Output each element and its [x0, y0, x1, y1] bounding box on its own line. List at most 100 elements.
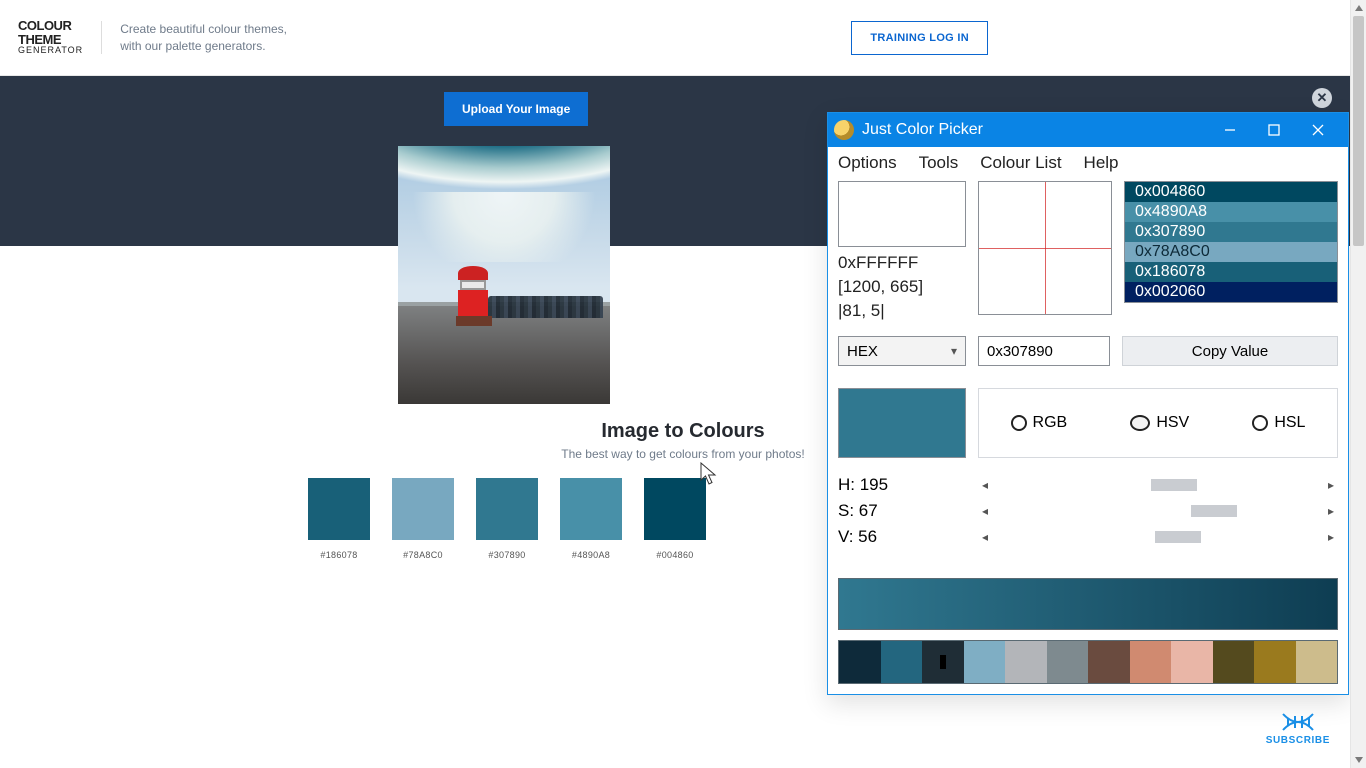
site-header: COLOUR THEME GENERATOR Create beautiful … [0, 0, 1366, 76]
logo-line3: GENERATOR [18, 46, 83, 55]
app-icon [834, 120, 854, 140]
magnifier-grid[interactable] [978, 181, 1112, 315]
format-select-value: HEX [847, 343, 878, 360]
history-item-4[interactable]: 0x186078 [1125, 262, 1337, 282]
logo-line2: THEME [18, 33, 83, 47]
mode-hsv[interactable]: HSV [1130, 414, 1189, 432]
minimize-icon[interactable] [1208, 113, 1252, 147]
upload-image-button[interactable]: Upload Your Image [444, 92, 588, 126]
image-platform [398, 306, 610, 404]
window-titlebar[interactable]: Just Color Picker [828, 113, 1348, 147]
mini-swatch-2[interactable] [922, 641, 964, 683]
mini-swatch-1[interactable] [881, 641, 923, 683]
slider-thumb-s[interactable] [1191, 505, 1237, 517]
swatch-label-3: #4890A8 [560, 550, 622, 560]
mini-swatch-7[interactable] [1130, 641, 1172, 683]
slider-thumb-v[interactable] [1155, 531, 1201, 543]
menu-tools[interactable]: Tools [919, 153, 959, 173]
uploaded-image[interactable] [398, 146, 610, 404]
mini-swatch-8[interactable] [1171, 641, 1213, 683]
palette-item: #78A8C0 [392, 478, 454, 560]
palette: #186078 #78A8C0 #307890 #4890A8 #004860 [308, 478, 706, 560]
site-tagline: Create beautiful colour themes, with our… [101, 21, 287, 55]
menu-options[interactable]: Options [838, 153, 897, 173]
page-scrollbar[interactable] [1350, 0, 1366, 768]
slider-dec-h[interactable]: ◂ [978, 478, 992, 492]
current-colour-swatch [838, 388, 966, 458]
history-item-3[interactable]: 0x78A8C0 [1125, 242, 1337, 262]
slider-inc-s[interactable]: ▸ [1324, 504, 1338, 518]
colour-history-list: 0x004860 0x4890A8 0x307890 0x78A8C0 0x18… [1124, 181, 1338, 303]
menu-bar: Options Tools Colour List Help [828, 147, 1348, 181]
slider-label-s: S: 67 [838, 501, 978, 521]
palette-item: #4890A8 [560, 478, 622, 560]
chevron-down-icon: ▾ [951, 344, 957, 358]
sample-info: 0xFFFFFF [1200, 665] |81, 5| [838, 251, 966, 322]
mini-swatch-row [838, 640, 1338, 684]
mini-swatch-5[interactable] [1047, 641, 1089, 683]
palette-item: #186078 [308, 478, 370, 560]
mode-rgb[interactable]: RGB [1011, 414, 1068, 432]
mini-swatch-10[interactable] [1254, 641, 1296, 683]
copy-value-button[interactable]: Copy Value [1122, 336, 1338, 366]
swatch-1[interactable] [392, 478, 454, 540]
close-icon[interactable]: ✕ [1312, 88, 1332, 108]
sample-hex: 0xFFFFFF [838, 251, 966, 275]
slider-track-v[interactable] [992, 531, 1324, 543]
image-foam [398, 192, 610, 262]
subscribe-badge[interactable]: SUBSCRIBE [1266, 712, 1330, 746]
sample-delta: |81, 5| [838, 299, 966, 323]
swatch-label-2: #307890 [476, 550, 538, 560]
format-select[interactable]: HEX ▾ [838, 336, 966, 366]
history-item-1[interactable]: 0x4890A8 [1125, 202, 1337, 222]
sample-preview [838, 181, 966, 247]
radio-icon [1011, 415, 1027, 431]
slider-thumb-h[interactable] [1151, 479, 1197, 491]
radio-icon [1252, 415, 1268, 431]
menu-help[interactable]: Help [1084, 153, 1119, 173]
slider-label-v: V: 56 [838, 527, 978, 547]
colour-mode-group: RGB HSV HSL [978, 388, 1338, 458]
swatch-label-4: #004860 [644, 550, 706, 560]
slider-inc-v[interactable]: ▸ [1324, 530, 1338, 544]
mini-swatch-11[interactable] [1296, 641, 1338, 683]
mode-hsl[interactable]: HSL [1252, 414, 1305, 432]
gradient-bar[interactable] [838, 578, 1338, 630]
colour-value-input[interactable] [978, 336, 1110, 366]
swatch-2[interactable] [476, 478, 538, 540]
logo-line1: COLOUR [18, 19, 83, 33]
swatch-3[interactable] [560, 478, 622, 540]
close-window-icon[interactable] [1296, 113, 1340, 147]
mini-swatch-3[interactable] [964, 641, 1006, 683]
mini-swatch-0[interactable] [839, 641, 881, 683]
swatch-0[interactable] [308, 478, 370, 540]
slider-dec-v[interactable]: ◂ [978, 530, 992, 544]
training-login-button[interactable]: TRAINING LOG IN [851, 21, 988, 55]
color-picker-window: Just Color Picker Options Tools Colour L… [827, 112, 1349, 695]
radio-icon [1130, 415, 1150, 431]
tagline-line1: Create beautiful colour themes, [120, 21, 287, 38]
scroll-down-icon[interactable] [1351, 752, 1366, 768]
mini-swatch-4[interactable] [1005, 641, 1047, 683]
tagline-line2: with our palette generators. [120, 38, 287, 55]
scroll-thumb[interactable] [1353, 16, 1364, 246]
slider-dec-s[interactable]: ◂ [978, 504, 992, 518]
slider-track-h[interactable] [992, 479, 1324, 491]
swatch-label-1: #78A8C0 [392, 550, 454, 560]
image-lighthouse [456, 266, 490, 322]
palette-item: #004860 [644, 478, 706, 560]
slider-track-s[interactable] [992, 505, 1324, 517]
history-item-2[interactable]: 0x307890 [1125, 222, 1337, 242]
menu-colour-list[interactable]: Colour List [980, 153, 1061, 173]
mini-swatch-9[interactable] [1213, 641, 1255, 683]
scroll-up-icon[interactable] [1351, 0, 1366, 16]
slider-inc-h[interactable]: ▸ [1324, 478, 1338, 492]
maximize-icon[interactable] [1252, 113, 1296, 147]
mini-swatch-6[interactable] [1088, 641, 1130, 683]
image-crowd [488, 296, 603, 318]
sample-coords: [1200, 665] [838, 275, 966, 299]
hsv-sliders: H: 195 ◂ ▸ S: 67 ◂ ▸ V: 56 ◂ ▸ [838, 472, 1338, 550]
history-item-0[interactable]: 0x004860 [1125, 182, 1337, 202]
history-item-5[interactable]: 0x002060 [1125, 282, 1337, 302]
swatch-4[interactable] [644, 478, 706, 540]
